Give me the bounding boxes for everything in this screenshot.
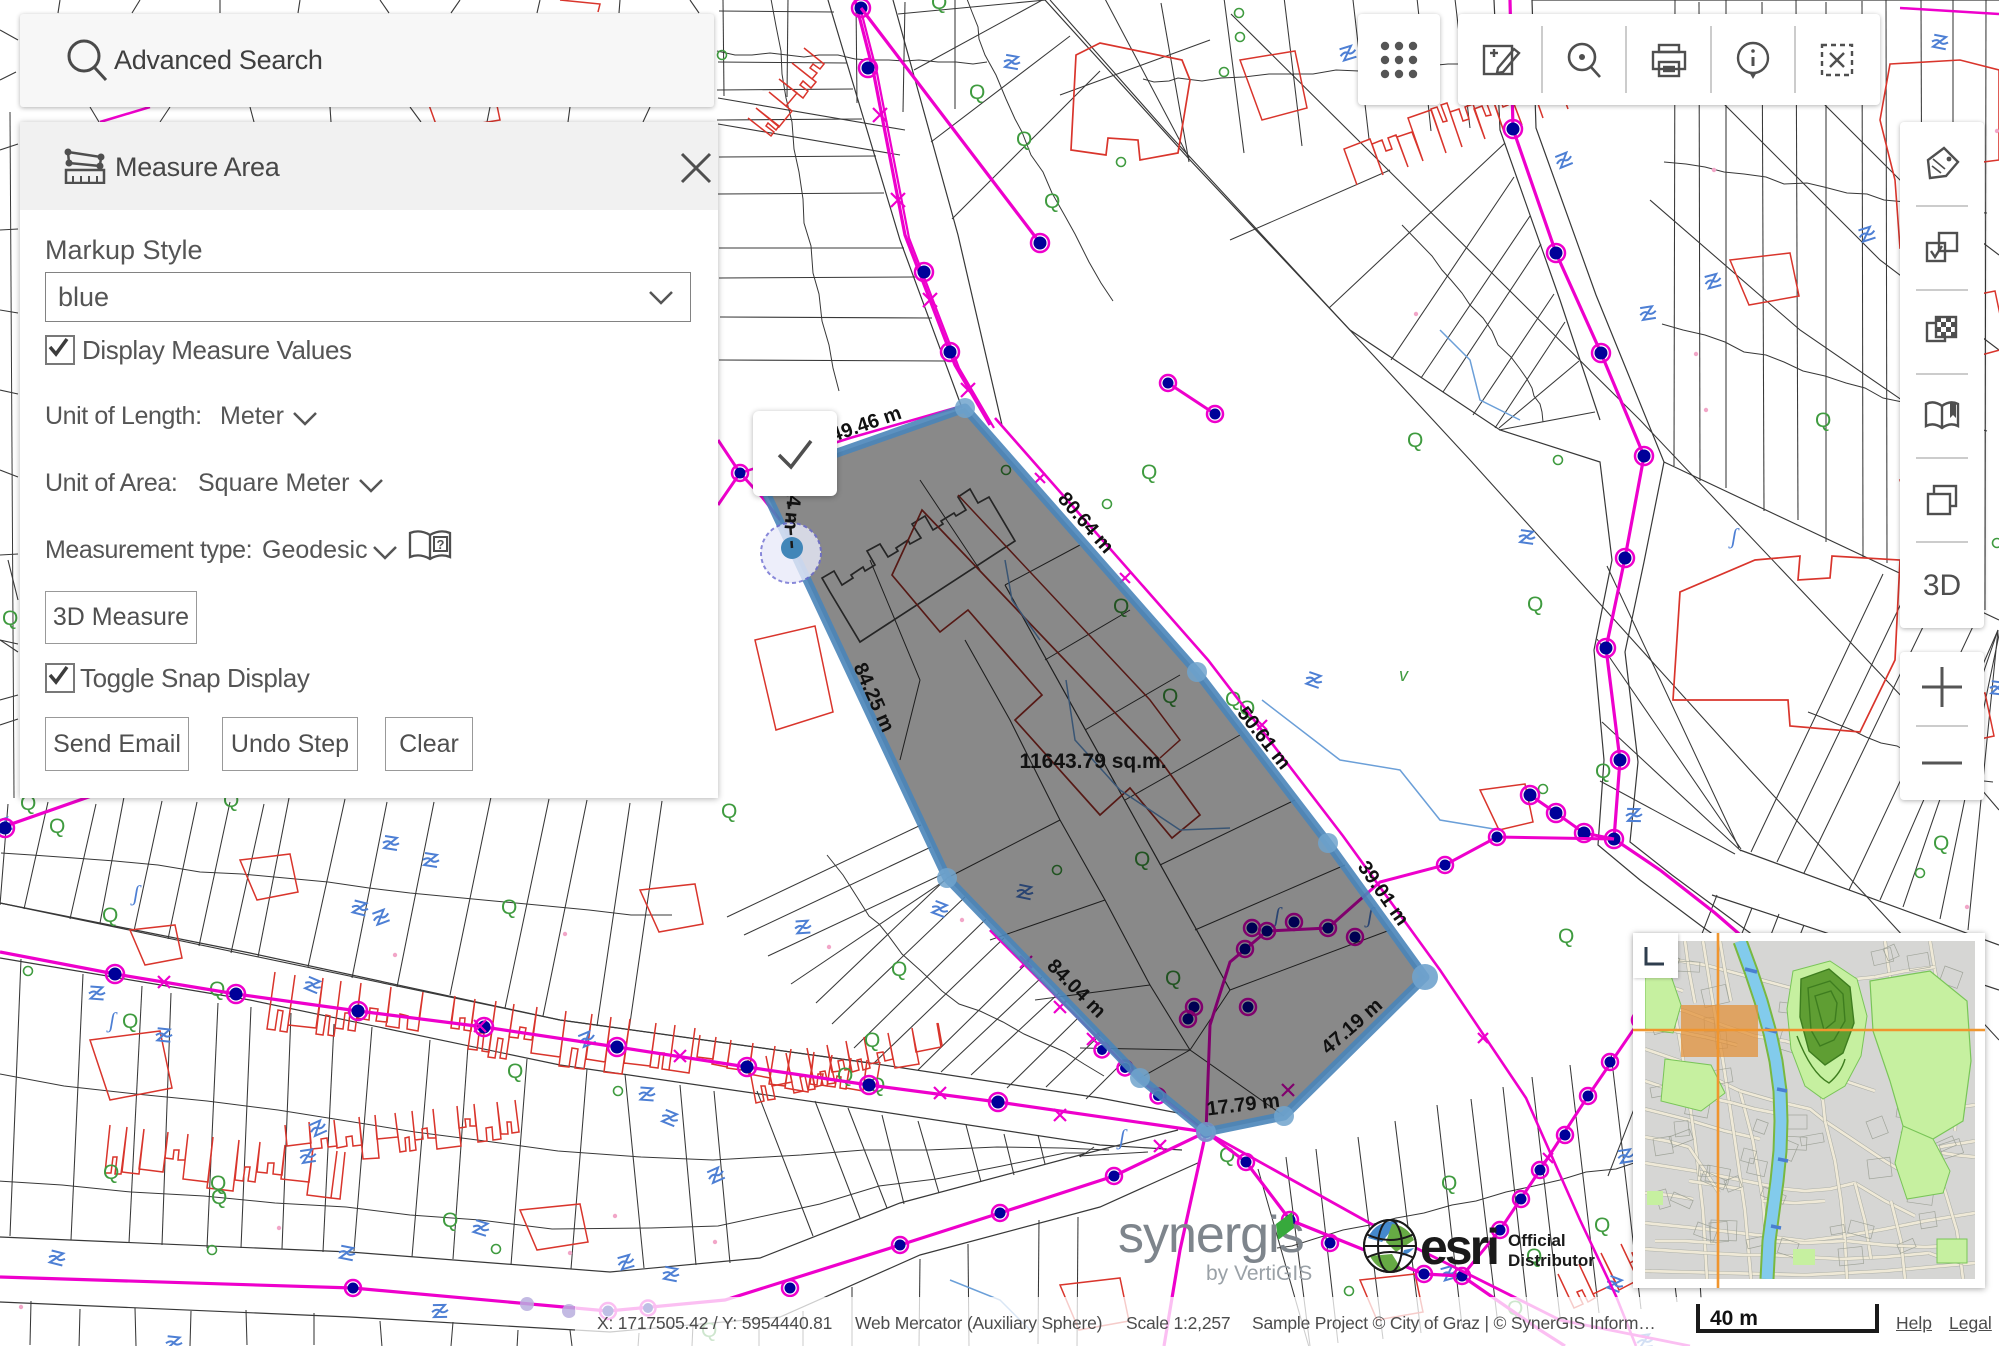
svg-text:Q: Q (721, 800, 737, 823)
svg-text:Q: Q (1595, 760, 1611, 783)
svg-text:Q: Q (211, 1186, 227, 1209)
svg-text:Q: Q (507, 1060, 523, 1083)
svg-text:synergis: synergis (1118, 1206, 1304, 1264)
svg-text:Q: Q (49, 815, 65, 838)
svg-text:Q: Q (442, 1209, 458, 1232)
svg-text:Q: Q (103, 1161, 119, 1184)
svg-text:?: ? (437, 537, 445, 552)
svg-text:Q: Q (501, 896, 517, 919)
svg-text:Distributor: Distributor (1508, 1251, 1595, 1270)
svg-text:Official: Official (1508, 1231, 1566, 1250)
svg-text:v: v (1399, 665, 1409, 685)
svg-text:Q: Q (1815, 409, 1831, 432)
svg-text:Q: Q (864, 1029, 880, 1052)
svg-text:Q: Q (969, 81, 985, 104)
svg-text:Q: Q (2, 607, 18, 630)
svg-text:Q: Q (122, 1010, 138, 1033)
svg-text:Q: Q (1407, 429, 1423, 452)
svg-text:Q: Q (1044, 190, 1060, 213)
svg-text:3D: 3D (1923, 569, 1961, 602)
svg-text:by VertiGIS: by VertiGIS (1206, 1262, 1312, 1285)
svg-text:40 m: 40 m (1710, 1307, 1758, 1330)
svg-text:Q: Q (1441, 1172, 1457, 1195)
svg-text:Q: Q (1016, 128, 1032, 151)
svg-text:Q: Q (891, 958, 907, 981)
svg-text:ʃ: ʃ (106, 1008, 118, 1033)
svg-text:esri: esri (1420, 1219, 1497, 1275)
svg-text:Q: Q (1933, 832, 1949, 855)
svg-text:4 m: 4 m (780, 494, 805, 530)
svg-text:Q: Q (1558, 925, 1574, 948)
svg-text:11643.79 sq.m.: 11643.79 sq.m. (1019, 750, 1166, 773)
svg-text:Q: Q (1527, 593, 1543, 616)
svg-text:Q: Q (102, 904, 118, 927)
svg-text:Q: Q (1141, 461, 1157, 484)
svg-text:Q: Q (931, 0, 947, 14)
svg-text:ʃ: ʃ (1728, 524, 1740, 549)
